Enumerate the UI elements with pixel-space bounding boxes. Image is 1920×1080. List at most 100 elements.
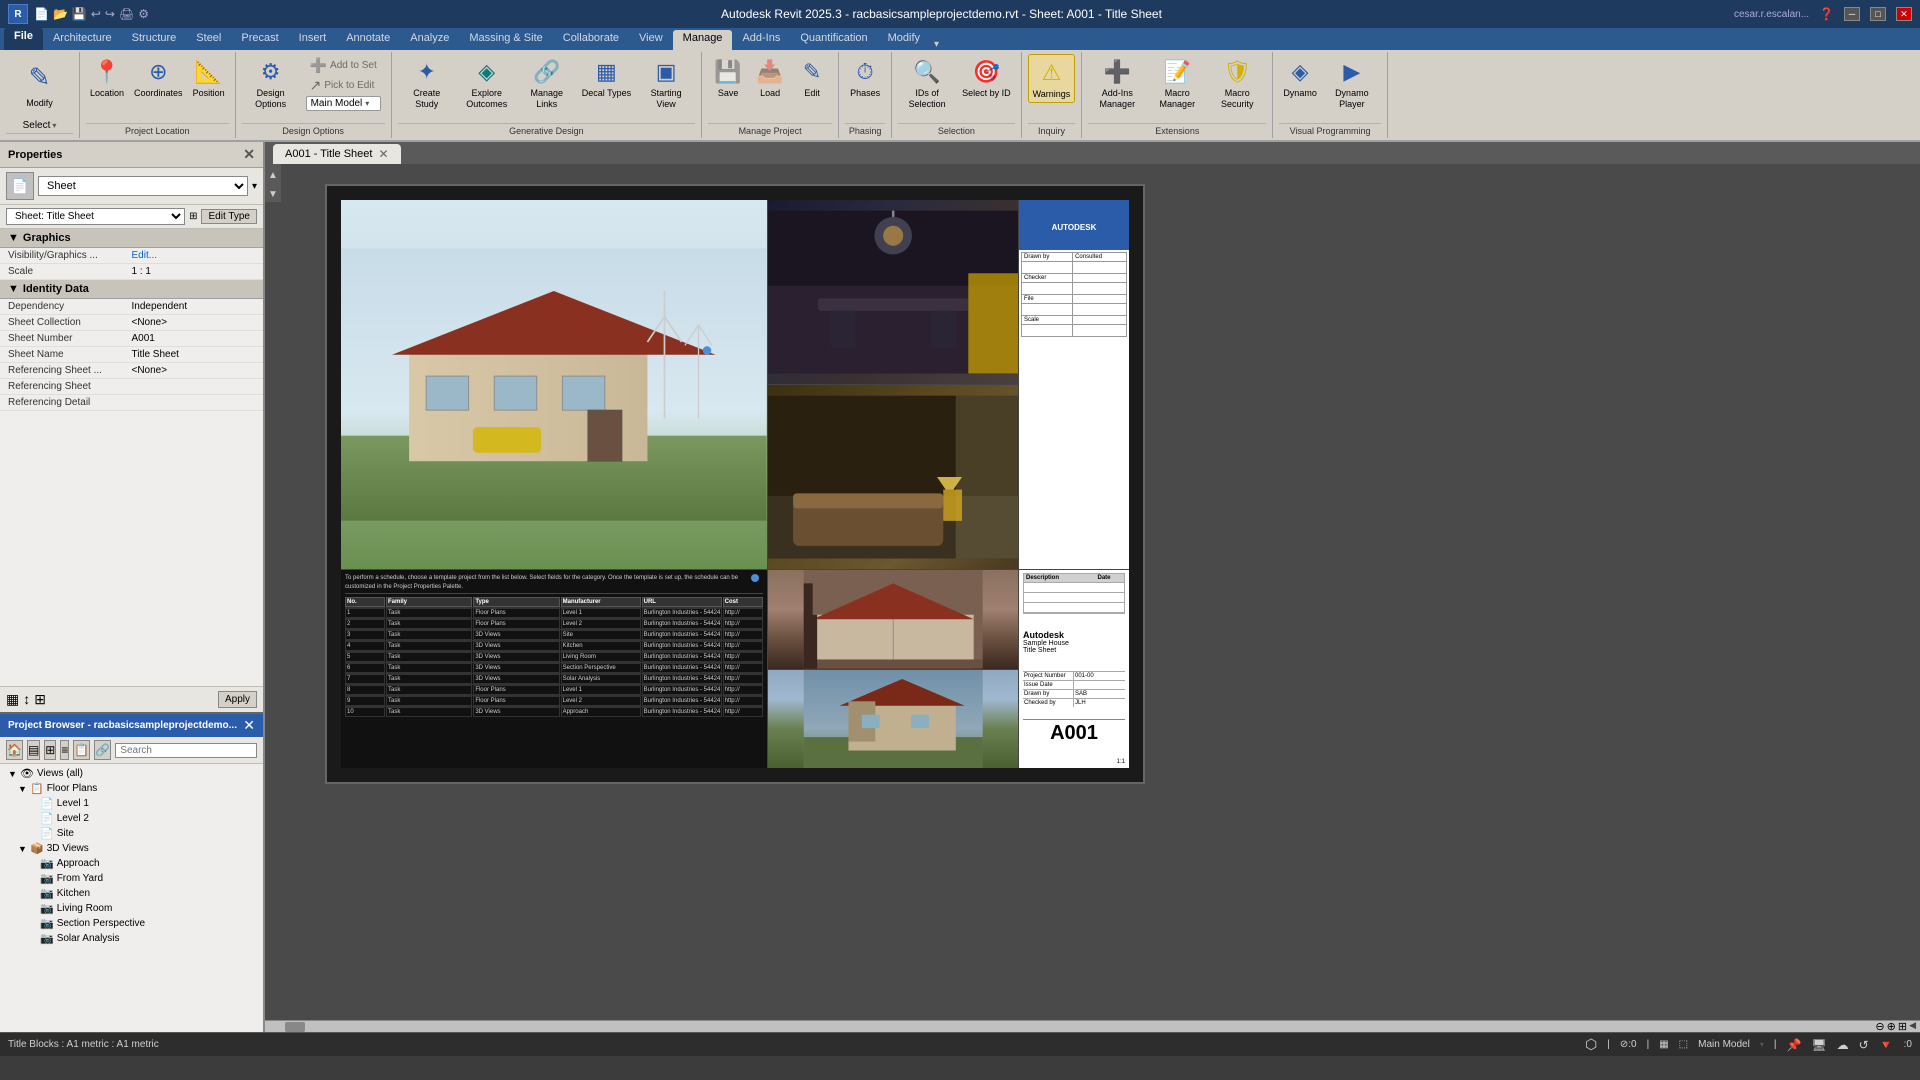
pb-copy-btn[interactable]: 📋 <box>73 740 90 760</box>
load-button[interactable]: 📥 Load <box>750 54 790 101</box>
pb-search-input[interactable] <box>115 743 257 758</box>
visibility-value[interactable]: Edit... <box>132 250 256 261</box>
status-view-list-icon[interactable]: ▦ <box>1659 1039 1668 1050</box>
tree-living-room[interactable]: 📷 Living Room <box>0 901 263 916</box>
status-select-icon[interactable]: 📌 <box>1786 1038 1801 1052</box>
tab-structure[interactable]: Structure <box>122 30 187 50</box>
tree-site[interactable]: 📄 Site <box>0 826 263 841</box>
phases-button[interactable]: ⏱ Phases <box>845 54 885 101</box>
tab-addins[interactable]: Add-Ins <box>732 30 790 50</box>
status-filter-icon[interactable]: 🔻 <box>1879 1038 1894 1052</box>
save-btn[interactable]: 💾 <box>72 7 87 21</box>
graphics-section-header[interactable]: ▼ Graphics <box>0 229 263 248</box>
prop-filter-btn[interactable]: ▦ <box>6 691 19 708</box>
doc-tab-close-btn[interactable]: ✕ <box>378 147 388 161</box>
manage-links-button[interactable]: 🔗 Manage Links <box>518 54 576 112</box>
edit-type-button[interactable]: Edit Type <box>201 209 257 224</box>
pick-to-edit-button[interactable]: ↗ Pick to Edit <box>306 76 381 95</box>
tab-insert[interactable]: Insert <box>289 30 337 50</box>
settings-btn[interactable]: ⚙ <box>138 7 149 21</box>
tab-architecture[interactable]: Architecture <box>43 30 122 50</box>
add-to-set-button[interactable]: ➕ Add to Set <box>306 56 381 75</box>
prop-group-btn[interactable]: ⊞ <box>34 691 46 708</box>
apply-button[interactable]: Apply <box>218 691 257 708</box>
location-button[interactable]: 📍 Location <box>86 54 128 101</box>
macro-manager-button[interactable]: 📝 Macro Manager <box>1148 54 1206 112</box>
tree-approach[interactable]: 📷 Approach <box>0 856 263 871</box>
select-dropdown[interactable]: Select ▾ <box>19 118 61 133</box>
tab-manage[interactable]: Manage <box>673 30 733 50</box>
addins-manager-button[interactable]: ➕ Add-Ins Manager <box>1088 54 1146 112</box>
pb-filter-btn[interactable]: ≡ <box>60 740 69 760</box>
tree-from-yard[interactable]: 📷 From Yard <box>0 871 263 886</box>
tree-floor-plans[interactable]: ▼ 📋 Floor Plans <box>0 781 263 796</box>
tree-solar-analysis[interactable]: 📷 Solar Analysis <box>0 931 263 946</box>
tab-annotate[interactable]: Annotate <box>336 30 400 50</box>
zoom-in-btn[interactable]: ⊕ <box>1887 1020 1896 1032</box>
h-scroll-handle[interactable] <box>285 1022 305 1032</box>
zoom-out-btn[interactable]: ⊖ <box>1875 1020 1884 1032</box>
tab-view[interactable]: View <box>629 30 673 50</box>
undo-btn[interactable]: ↩ <box>91 7 101 21</box>
type-dropdown[interactable]: Sheet <box>38 176 248 196</box>
tree-views-all[interactable]: ▼ 👁 Views (all) <box>0 766 263 781</box>
new-btn[interactable]: 📄 <box>34 7 49 21</box>
minimize-btn[interactable]: ─ <box>1844 7 1860 21</box>
redo-btn[interactable]: ↪ <box>105 7 115 21</box>
tab-modify[interactable]: Modify <box>878 30 930 50</box>
warnings-button[interactable]: ⚠ Warnings <box>1028 54 1076 103</box>
sheet-name-dropdown[interactable]: Sheet: Title Sheet <box>6 208 185 225</box>
pb-close-btn[interactable]: ✕ <box>243 717 255 734</box>
pb-link-btn[interactable]: 🔗 <box>94 740 111 760</box>
fit-view-btn[interactable]: ⊞ <box>1898 1020 1907 1032</box>
print-btn[interactable]: 🖨 <box>119 7 134 21</box>
close-btn[interactable]: ✕ <box>1896 7 1912 21</box>
decal-types-button[interactable]: ▦ Decal Types <box>578 54 635 101</box>
tab-steel[interactable]: Steel <box>186 30 231 50</box>
tab-file[interactable]: File <box>4 28 43 50</box>
coordinates-button[interactable]: ⊕ Coordinates <box>130 54 187 101</box>
starting-view-button[interactable]: ▣ Starting View <box>637 54 695 112</box>
modify-button[interactable]: ✎ Modify <box>18 54 62 111</box>
status-model-arrow[interactable]: ▾ <box>1760 1040 1764 1049</box>
dynamo-button[interactable]: ◈ Dynamo <box>1279 54 1321 101</box>
design-options-button[interactable]: ⚙ Design Options <box>242 54 300 112</box>
macro-security-button[interactable]: 🛡 Macro Security <box>1208 54 1266 112</box>
scroll-up-btn[interactable]: ▲ <box>266 168 280 183</box>
status-model-label[interactable]: Main Model <box>1698 1039 1750 1050</box>
create-study-button[interactable]: ✦ Create Study <box>398 54 456 112</box>
pb-home-btn[interactable]: 🏠 <box>6 740 23 760</box>
identity-data-section-header[interactable]: ▼ Identity Data <box>0 280 263 299</box>
tab-collaborate[interactable]: Collaborate <box>553 30 629 50</box>
maximize-btn[interactable]: □ <box>1870 7 1886 21</box>
status-model-icon[interactable]: ⬚ <box>1679 1039 1688 1050</box>
canvas-area[interactable]: AUTODESK Drawn byConsulted Checker File <box>265 164 1920 1020</box>
tree-section-perspective[interactable]: 📷 Section Perspective <box>0 916 263 931</box>
tree-kitchen[interactable]: 📷 Kitchen <box>0 886 263 901</box>
ribbon-more[interactable]: ▾ <box>934 39 939 50</box>
tab-quantification[interactable]: Quantification <box>790 30 877 50</box>
status-cloud-icon[interactable]: ☁ <box>1837 1038 1849 1052</box>
select-by-id-button[interactable]: 🎯 Select by ID <box>958 54 1015 101</box>
status-warning-icon[interactable]: 🖥 <box>1811 1038 1826 1052</box>
tab-massing[interactable]: Massing & Site <box>459 30 552 50</box>
explore-outcomes-button[interactable]: ◈ Explore Outcomes <box>458 54 516 112</box>
save-button[interactable]: 💾 Save <box>708 54 748 101</box>
pb-list-btn[interactable]: ▤ <box>27 740 40 760</box>
scroll-down-btn[interactable]: ▼ <box>266 187 280 202</box>
nav-arrow-left[interactable]: ◀ <box>1909 1020 1916 1032</box>
dynamo-player-button[interactable]: ▶ Dynamo Player <box>1323 54 1381 112</box>
status-sync-icon[interactable]: ↺ <box>1859 1038 1869 1052</box>
position-button[interactable]: 📐 Position <box>189 54 229 101</box>
tree-level-1[interactable]: 📄 Level 1 <box>0 796 263 811</box>
ids-of-selection-button[interactable]: 🔍 IDs of Selection <box>898 54 956 112</box>
tab-precast[interactable]: Precast <box>231 30 288 50</box>
prop-sort-btn[interactable]: ↕ <box>23 691 30 708</box>
h-scrollbar[interactable]: ⊖ ⊕ ⊞ ◀ <box>265 1020 1920 1032</box>
open-btn[interactable]: 📂 <box>53 7 68 21</box>
doc-tab-a001[interactable]: A001 - Title Sheet ✕ <box>273 144 401 164</box>
help-btn[interactable]: ❓ <box>1819 7 1834 21</box>
tab-analyze[interactable]: Analyze <box>400 30 459 50</box>
edit-button[interactable]: ✎ Edit <box>792 54 832 101</box>
main-model-dropdown[interactable]: Main Model ▾ <box>306 96 381 111</box>
